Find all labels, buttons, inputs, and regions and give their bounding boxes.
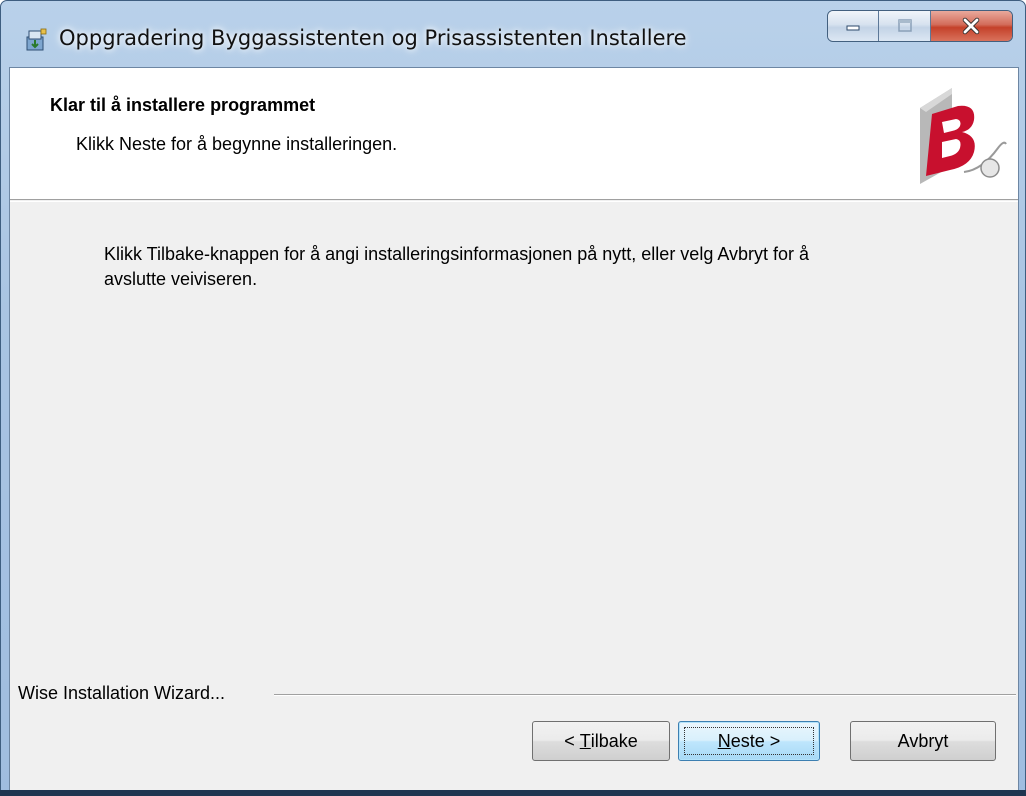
- window-title: Oppgradering Byggassistenten og Prisassi…: [59, 26, 687, 50]
- branding-divider: [274, 694, 1016, 696]
- page-title: Klar til å installere programmet: [50, 95, 316, 115]
- close-button[interactable]: [930, 11, 1012, 41]
- cancel-button[interactable]: Avbryt: [850, 721, 996, 761]
- back-button-prefix: <: [564, 730, 580, 751]
- dialog-client-area: Klar til å installere programmet Klikk N…: [9, 67, 1019, 791]
- minimize-icon: [846, 25, 860, 31]
- installer-icon: [26, 28, 47, 51]
- minimize-button[interactable]: [828, 11, 880, 41]
- back-button[interactable]: < Tilbake: [532, 721, 670, 761]
- title-bar[interactable]: Oppgradering Byggassistenten og Prisassi…: [1, 1, 1025, 67]
- wizard-header: Klar til å installere programmet Klikk N…: [10, 68, 1018, 200]
- header-divider: [10, 201, 1018, 202]
- next-button[interactable]: Neste >: [678, 721, 820, 761]
- page-subtitle: Klikk Neste for å begynne installeringen…: [76, 134, 398, 154]
- close-icon: [963, 17, 980, 35]
- maximize-icon: [897, 19, 912, 32]
- branding-row: Wise Installation Wizard...: [10, 680, 1018, 704]
- branding-text: Wise Installation Wizard...: [18, 683, 230, 704]
- back-button-label: ilbake: [590, 730, 638, 751]
- instruction-text: Klikk Tilbake-knappen for å angi install…: [104, 244, 810, 289]
- taskbar-edge: [0, 790, 1026, 796]
- maximize-button[interactable]: [879, 11, 931, 41]
- focus-rect: [684, 727, 814, 755]
- back-button-accel: T: [579, 730, 591, 751]
- caption-buttons: [827, 10, 1013, 42]
- installer-window: Oppgradering Byggassistenten og Prisassi…: [0, 0, 1026, 796]
- bygg-logo: [920, 88, 1007, 184]
